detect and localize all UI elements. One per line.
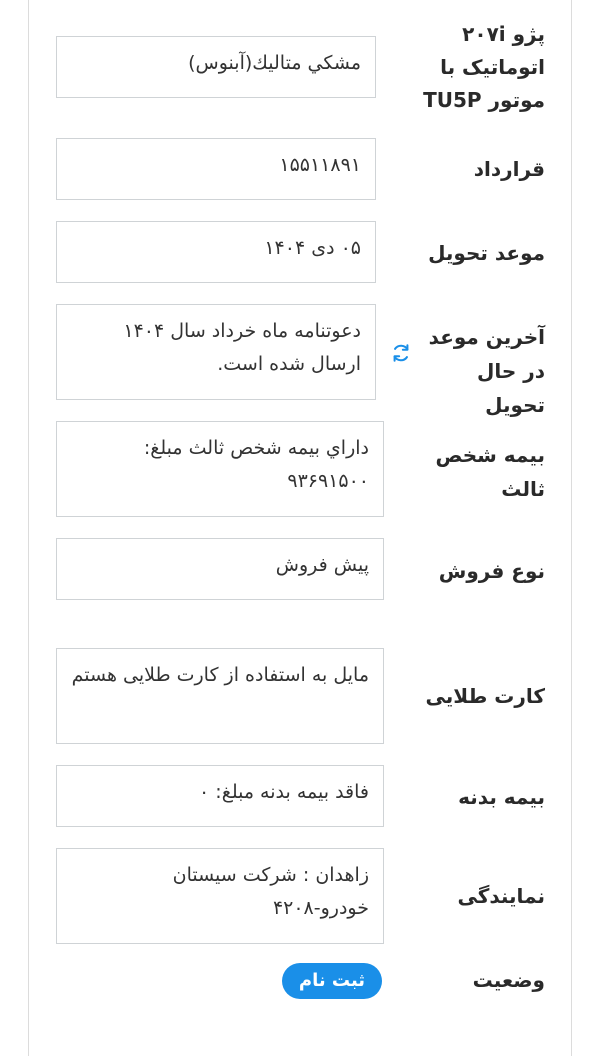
field-label-dealership: نمایندگی xyxy=(457,884,545,908)
field-label-sale-type: نوع فروش xyxy=(438,559,545,583)
field-label-status: وضعیت xyxy=(472,968,545,992)
field-value-golden-card: مایل به استفاده از کارت طلایی هستم xyxy=(56,648,384,744)
field-value-body-insurance: فاقد بیمه بدنه مبلغ: ۰ xyxy=(56,765,384,827)
field-label-contract: قرارداد xyxy=(473,157,545,181)
field-label-golden-card: کارت طلایی xyxy=(425,684,545,708)
field-label-third-party-insurance: بیمه شخص ثالث xyxy=(435,443,545,501)
status-badge: ثبت نام xyxy=(282,963,382,999)
field-label-last-deadline: آخرین موعد در حال تحویل xyxy=(428,325,545,417)
refresh-icon[interactable] xyxy=(390,342,412,364)
field-value-delivery-date: ۰۵ دی ۱۴۰۴ xyxy=(56,221,376,283)
field-value-third-party-insurance: داراي بيمه شخص ثالث مبلغ: ۹۳۶۹۱۵۰۰ xyxy=(56,421,384,517)
field-value-contract: ۱۵۵۱۱۸۹۱ xyxy=(56,138,376,200)
field-value-dealership: زاهدان : شرکت سیستان خودرو-۴۲۰۸ xyxy=(56,848,384,944)
field-label-car-model: پژو ۲۰۷i اتوماتیک با موتور TU5P xyxy=(423,22,545,112)
field-label-delivery-date: موعد تحویل xyxy=(428,241,545,265)
field-value-last-deadline: دعوتنامه ماه خرداد سال ۱۴۰۴ ارسال شده اس… xyxy=(56,304,376,400)
field-value-sale-type: پیش فروش xyxy=(56,538,384,600)
field-value-car-color: مشكي متاليك(آبنوس) xyxy=(56,36,376,98)
field-label-body-insurance: بیمه بدنه xyxy=(458,785,545,809)
